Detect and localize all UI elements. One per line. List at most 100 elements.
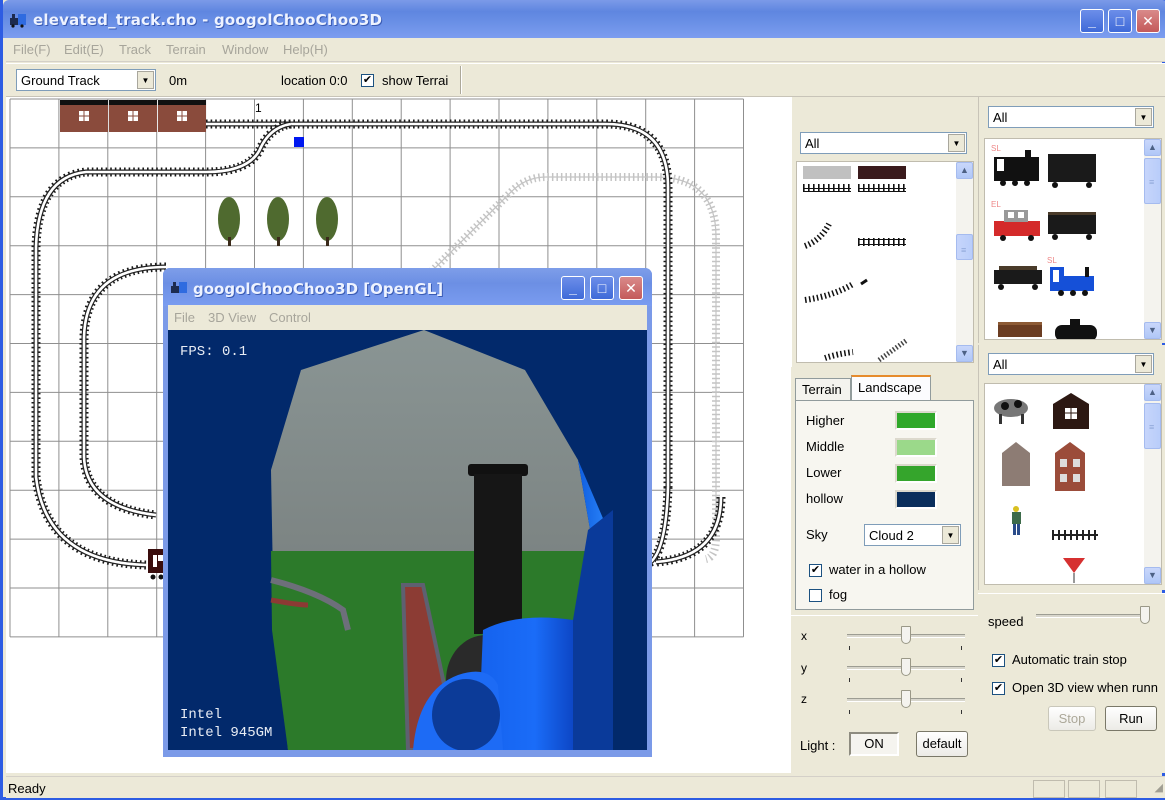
minimize-button[interactable]: _ bbox=[1080, 9, 1104, 33]
vehicle-item-electric-locomotive-red: EL bbox=[991, 200, 1040, 241]
slider-tick bbox=[849, 710, 850, 714]
scenery-item-fence bbox=[1052, 530, 1098, 540]
gl-menu-control[interactable]: Control bbox=[269, 310, 311, 325]
status-cell bbox=[1068, 780, 1100, 798]
track-piece-straight bbox=[858, 238, 906, 246]
track-gauge bbox=[82, 265, 167, 517]
higher-color-swatch[interactable] bbox=[895, 411, 937, 430]
close-icon: ✕ bbox=[625, 280, 637, 296]
toolbar-separator bbox=[460, 66, 462, 94]
vehicle-list[interactable]: SL EL SL ▲ ▼ bbox=[984, 138, 1162, 340]
scenery-item-stone-building bbox=[1002, 442, 1030, 486]
chevron-down-icon[interactable]: ▼ bbox=[137, 71, 154, 89]
track-piece-list[interactable]: ▲ ▼ bbox=[796, 161, 974, 363]
track-list-scrollbar[interactable]: ▲ ▼ bbox=[956, 162, 973, 362]
higher-label: Higher bbox=[806, 413, 845, 428]
title-bar[interactable]: elevated_track.cho - googolChooChoo3D _ … bbox=[3, 0, 1165, 38]
chevron-down-icon[interactable]: ▼ bbox=[942, 526, 959, 544]
maximize-button[interactable]: □ bbox=[1108, 9, 1132, 33]
scenery-palette-panel: All ▼ ▲ ▼ bbox=[978, 345, 1165, 590]
fog-checkbox[interactable] bbox=[809, 589, 822, 602]
status-text: Ready bbox=[8, 781, 46, 796]
scroll-up-icon[interactable]: ▲ bbox=[1144, 384, 1161, 401]
train-app-icon bbox=[171, 282, 187, 293]
fps-readout: FPS: 0.1 bbox=[180, 344, 247, 360]
scroll-up-icon[interactable]: ▲ bbox=[1144, 139, 1161, 156]
menu-terrain[interactable]: Terrain bbox=[166, 42, 206, 57]
light-y-slider-thumb[interactable] bbox=[901, 658, 911, 676]
scroll-down-icon[interactable]: ▼ bbox=[956, 345, 973, 362]
resize-grip-icon[interactable]: ◢ bbox=[1155, 781, 1163, 794]
window-title: elevated_track.cho - googolChooChoo3D bbox=[33, 11, 383, 29]
chevron-down-icon[interactable]: ▼ bbox=[1135, 108, 1152, 126]
default-light-button[interactable]: default bbox=[916, 731, 968, 757]
scroll-thumb[interactable] bbox=[1144, 158, 1161, 204]
status-bar: Ready ◢ bbox=[6, 776, 1165, 798]
scenery-list-scrollbar[interactable]: ▲ ▼ bbox=[1144, 384, 1161, 584]
middle-label: Middle bbox=[806, 439, 845, 454]
gl-title-bar[interactable]: googolChooChoo3D [OpenGL] _ □ ✕ bbox=[163, 268, 652, 306]
chevron-down-icon[interactable]: ▼ bbox=[948, 134, 965, 152]
scenery-list[interactable]: ▲ ▼ bbox=[984, 383, 1162, 585]
lower-color-swatch[interactable] bbox=[895, 464, 937, 483]
track-piece-curve bbox=[803, 222, 832, 249]
menu-help[interactable]: Help(H) bbox=[283, 42, 328, 57]
sky-value: Cloud 2 bbox=[869, 528, 914, 543]
menu-track[interactable]: Track bbox=[119, 42, 151, 57]
scroll-thumb[interactable] bbox=[1144, 403, 1161, 449]
chevron-down-icon[interactable]: ▼ bbox=[1135, 355, 1152, 373]
track-palette-panel: All ▼ ▲ ▼ bbox=[791, 97, 978, 367]
minimize-icon: _ bbox=[569, 280, 577, 296]
gl-menu-3d-view[interactable]: 3D View bbox=[208, 310, 256, 325]
track-type-select[interactable]: Ground Track ▼ bbox=[16, 69, 156, 91]
landscape-tab-content: Higher Middle Lower hollow Sky Cloud 2 ▼… bbox=[795, 400, 974, 610]
vehicle-palette-panel: All ▼ SL EL SL ▲ ▼ bbox=[978, 97, 1165, 343]
speed-label: speed bbox=[988, 614, 1024, 629]
landscape-panel: Terrain Landscape Higher Middle Lower ho… bbox=[791, 370, 978, 615]
close-button[interactable]: ✕ bbox=[1136, 9, 1160, 33]
stop-button[interactable]: Stop bbox=[1048, 706, 1096, 731]
track-piece-curve bbox=[824, 349, 854, 361]
water-in-hollow-checkbox[interactable]: ✔ bbox=[809, 564, 822, 577]
speed-slider-thumb[interactable] bbox=[1140, 606, 1150, 624]
cursor-marker[interactable] bbox=[294, 137, 304, 147]
speed-slider[interactable] bbox=[1036, 614, 1150, 618]
scenery-filter-select[interactable]: All ▼ bbox=[988, 353, 1154, 375]
tab-landscape[interactable]: Landscape bbox=[851, 375, 931, 400]
menu-file[interactable]: File(F) bbox=[13, 42, 51, 57]
light-z-slider-thumb[interactable] bbox=[901, 690, 911, 708]
toolbar: Ground Track ▼ 0m location 0:0 ✔ show Te… bbox=[6, 63, 1165, 97]
gl-close-button[interactable]: ✕ bbox=[619, 276, 643, 300]
show-terrain-checkbox[interactable]: ✔ bbox=[361, 74, 374, 87]
opengl-viewport[interactable]: FPS: 0.1 Intel Intel 945GM bbox=[168, 330, 647, 750]
gl-menu-file[interactable]: File bbox=[174, 310, 195, 325]
scroll-down-icon[interactable]: ▼ bbox=[1144, 322, 1161, 339]
scroll-thumb[interactable] bbox=[956, 234, 973, 260]
sky-select[interactable]: Cloud 2 ▼ bbox=[864, 524, 961, 546]
light-label: Light : bbox=[800, 738, 836, 753]
hollow-color-swatch[interactable] bbox=[895, 490, 937, 509]
svg-text:EL: EL bbox=[991, 200, 1001, 209]
middle-color-swatch[interactable] bbox=[895, 438, 937, 457]
train-app-icon bbox=[10, 14, 26, 28]
run-button[interactable]: Run bbox=[1105, 706, 1157, 731]
tab-terrain[interactable]: Terrain bbox=[795, 378, 851, 400]
scroll-up-icon[interactable]: ▲ bbox=[956, 162, 973, 179]
open-3d-view-checkbox[interactable]: ✔ bbox=[992, 682, 1005, 695]
gl-minimize-button[interactable]: _ bbox=[561, 276, 585, 300]
vehicle-item-steam-locomotive-black: SL bbox=[991, 144, 1039, 186]
light-x-slider-thumb[interactable] bbox=[901, 626, 911, 644]
location-readout: location 0:0 bbox=[281, 73, 348, 88]
light-toggle[interactable]: ON bbox=[849, 732, 899, 756]
svg-text:SL: SL bbox=[991, 144, 1001, 153]
vehicle-filter-select[interactable]: All ▼ bbox=[988, 106, 1154, 128]
scroll-down-icon[interactable]: ▼ bbox=[1144, 567, 1161, 584]
vehicle-list-scrollbar[interactable]: ▲ ▼ bbox=[1144, 139, 1161, 339]
menu-window[interactable]: Window bbox=[222, 42, 268, 57]
track-filter-select[interactable]: All ▼ bbox=[800, 132, 967, 154]
close-icon: ✕ bbox=[1142, 13, 1154, 29]
track-piece-endstop bbox=[860, 278, 868, 286]
menu-edit[interactable]: Edit(E) bbox=[64, 42, 104, 57]
gl-maximize-button[interactable]: □ bbox=[590, 276, 614, 300]
automatic-stop-checkbox[interactable]: ✔ bbox=[992, 654, 1005, 667]
